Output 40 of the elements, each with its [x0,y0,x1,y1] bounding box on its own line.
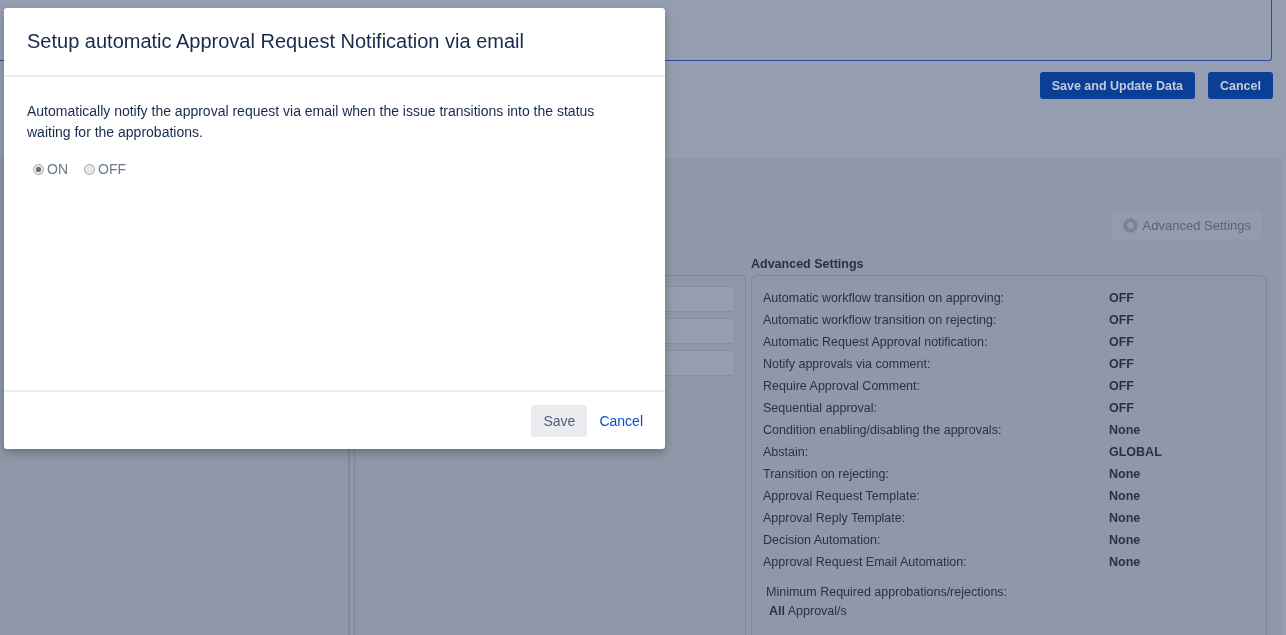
setting-label: Automatic Request Approval notification: [763,335,989,349]
description-text: Automatically notify the approval request via email when the issue transitions into the status waiting for the approbations. [27,102,596,142]
radio-button[interactable] [84,163,95,175]
save-button[interactable]: Save [531,404,588,437]
setting-value: None [1109,467,1141,481]
setting-label: Approval Request Template: [763,489,921,503]
page-button[interactable]: Cancel [1208,72,1273,99]
dialog-title: Setup automatic Approval Request Notification via email [27,30,524,53]
radio-label[interactable]: ON [47,161,68,177]
setting-value: GLOBAL [1109,445,1162,459]
page-button[interactable]: Save and Update Data [1039,72,1195,99]
section-heading: Advanced Settings [751,257,865,273]
setting-label: Notify approvals via comment: [763,357,932,371]
cancel-link[interactable]: Cancel [591,404,651,437]
setting-value: OFF [1109,291,1134,305]
setting-value: None [1109,555,1141,569]
setting-value: None [1109,533,1141,547]
setting-label: Sequential approval: [763,401,878,415]
setting-label: Decision Automation: [763,533,882,547]
setting-value: OFF [1109,357,1134,371]
setting-label: Transition on rejecting: [763,467,890,481]
setting-label: Minimum Required approbations/rejections: [766,585,1009,599]
setting-label: Condition enabling/disabling the approvals: [763,423,1003,437]
setting-value: OFF [1109,379,1134,393]
setting-label: Require Approval Comment: [763,379,922,393]
radio-label[interactable]: OFF [98,161,126,177]
setting-value: OFF [1109,401,1134,415]
setting-value: None [1109,423,1141,437]
setting-label: Approval Request Email Automation: [763,555,968,569]
radio-button[interactable] [33,163,44,175]
setting-value: All Approval/s [769,604,847,618]
setting-label: Automatic workflow transition on approving: [763,291,1006,305]
setting-value: OFF [1109,335,1134,349]
setting-label: Automatic workflow transition on rejecting: [763,313,998,327]
setting-label: Abstain: [763,445,810,459]
setting-value: OFF [1109,313,1134,327]
setting-value: None [1109,511,1141,525]
setting-value: None [1109,489,1141,503]
settings-icon [1121,216,1139,234]
setting-label: Approval Reply Template: [763,511,907,525]
